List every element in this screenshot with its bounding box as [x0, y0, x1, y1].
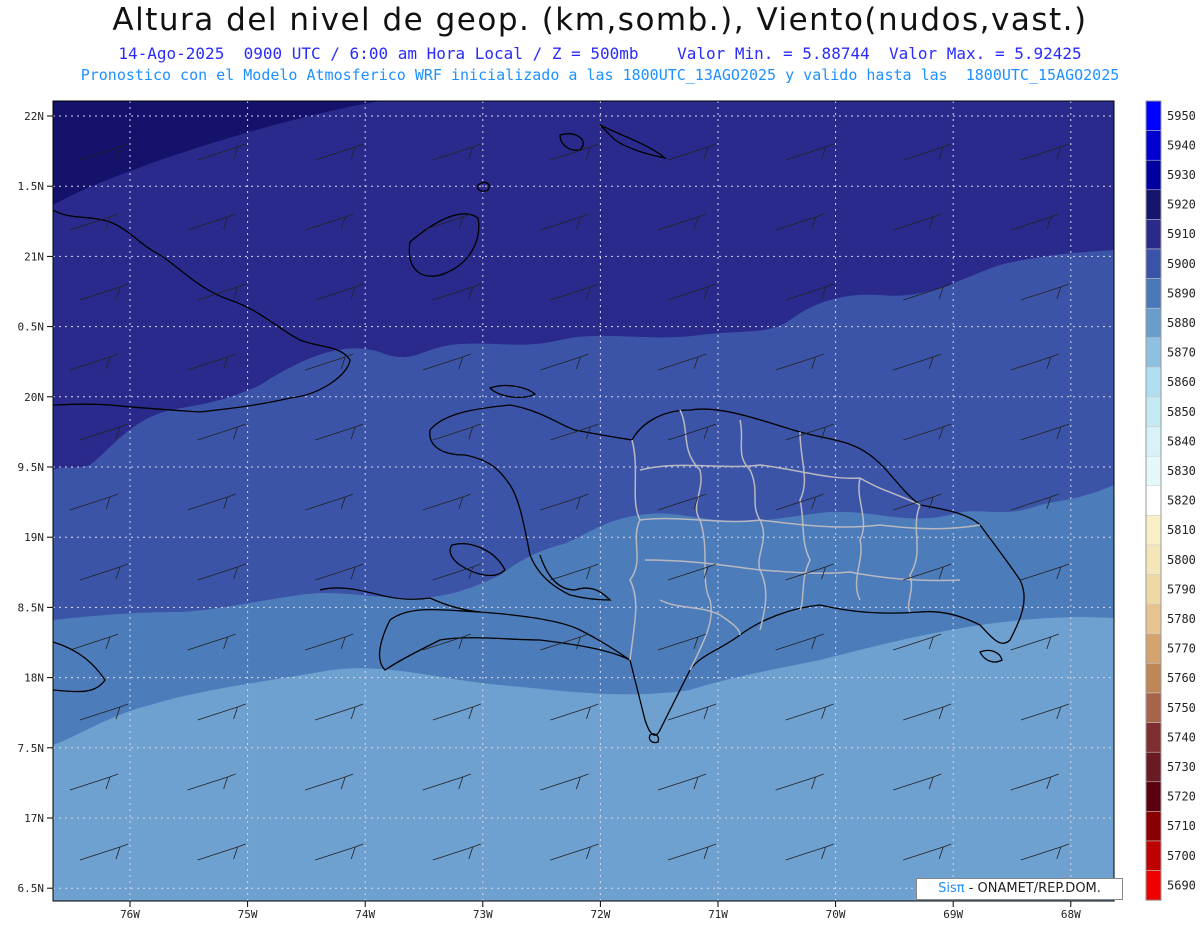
- colorbar-label: 5690: [1167, 878, 1196, 892]
- colorbar-swatch: [1145, 751, 1162, 783]
- sispi-logo: Sisπ: [938, 881, 965, 896]
- colorbar-label: 5710: [1167, 819, 1196, 833]
- wind-barb: [540, 914, 588, 927]
- colorbar-swatch: [1145, 219, 1162, 250]
- colorbar-label: 5880: [1167, 316, 1196, 330]
- colorbar-swatch: [1145, 100, 1162, 131]
- colorbar-label: 5760: [1167, 671, 1196, 685]
- colorbar-label: 5940: [1167, 138, 1196, 152]
- lon-label: 68W: [1061, 908, 1081, 921]
- lat-label: 17N: [24, 812, 44, 825]
- lat-label: 21N: [24, 250, 44, 263]
- colorbar-swatch: [1145, 515, 1162, 546]
- wind-barb: [423, 914, 471, 927]
- colorbar-label: 5740: [1167, 730, 1196, 744]
- colorbar-swatch: [1145, 337, 1162, 368]
- credit-text: - ONAMET/REP.DOM.: [968, 881, 1101, 896]
- lon-label: 73W: [473, 908, 493, 921]
- colorbar-label: 5920: [1167, 198, 1196, 212]
- lat-label: 20N: [24, 391, 44, 404]
- colorbar-swatch: [1145, 189, 1162, 220]
- wind-barb: [305, 914, 353, 927]
- geopotential-field: [53, 101, 1114, 901]
- colorbar-swatch: [1145, 692, 1162, 723]
- colorbar-swatch: [1145, 870, 1162, 901]
- colorbar-swatch: [1145, 544, 1162, 575]
- colorbar-label: 5890: [1167, 286, 1196, 300]
- lat-label: 7.5N: [18, 742, 45, 755]
- wind-barb: [1011, 914, 1059, 927]
- latitude-labels: 22N 1.5N 21N 0.5N 20N 9.5N 19N 8.5N 18N 7.5N 17N 6.…: [18, 110, 53, 895]
- colorbar-label: 5800: [1167, 553, 1196, 567]
- map-canvas: 22N 1.5N 21N 0.5N 20N 9.5N 19N 8.5N 18N 7.5N 17N 6.…: [18, 100, 1196, 927]
- longitude-labels: 76W 75W 74W 73W 72W 71W 70W 69W 68W: [120, 901, 1081, 921]
- colorbar-label: 5730: [1167, 760, 1196, 774]
- colorbar-swatch: [1145, 603, 1162, 635]
- credit-box: Sisπ - ONAMET/REP.DOM.: [916, 878, 1123, 900]
- colorbar-label: 5840: [1167, 434, 1196, 448]
- colorbar-swatch: [1145, 633, 1162, 664]
- colorbar-swatch: [1145, 811, 1162, 842]
- colorbar-swatch: [1145, 248, 1162, 279]
- colorbar-label: 5720: [1167, 790, 1196, 804]
- wind-barb: [658, 914, 706, 927]
- wind-barb: [188, 914, 236, 927]
- wind-barb: [893, 914, 941, 927]
- colorbar-label: 5950: [1167, 109, 1196, 123]
- colorbar-swatch: [1145, 130, 1162, 161]
- lon-label: 75W: [238, 908, 258, 921]
- lat-label: 1.5N: [18, 180, 45, 193]
- colorbar: 5950 5940 5930 5920 5910 5900 5890 5880 5870 5860…: [1145, 100, 1196, 901]
- lon-label: 72W: [590, 908, 610, 921]
- lon-label: 69W: [943, 908, 963, 921]
- lat-label: 22N: [24, 110, 44, 123]
- colorbar-label: 5870: [1167, 346, 1196, 360]
- colorbar-swatch: [1145, 840, 1162, 871]
- colorbar-label: 5830: [1167, 464, 1196, 478]
- colorbar-label: 5900: [1167, 257, 1196, 271]
- colorbar-swatch: [1145, 159, 1162, 191]
- lon-label: 71W: [708, 908, 728, 921]
- colorbar-label: 5850: [1167, 405, 1196, 419]
- colorbar-swatch: [1145, 307, 1162, 339]
- colorbar-label: 5930: [1167, 168, 1196, 182]
- colorbar-swatch: [1145, 396, 1162, 427]
- lon-label: 74W: [355, 908, 375, 921]
- colorbar-swatch: [1145, 574, 1162, 605]
- lon-label: 70W: [826, 908, 846, 921]
- lat-label: 6.5N: [18, 882, 45, 895]
- wind-barb: [776, 914, 824, 927]
- wind-barb: [1128, 914, 1176, 927]
- colorbar-label: 5820: [1167, 494, 1196, 508]
- colorbar-swatch: [1145, 485, 1162, 516]
- colorbar-swatch: [1145, 455, 1162, 487]
- colorbar-label: 5770: [1167, 642, 1196, 656]
- colorbar-label: 5910: [1167, 227, 1196, 241]
- colorbar-label: 5750: [1167, 701, 1196, 715]
- colorbar-label: 5790: [1167, 582, 1196, 596]
- colorbar-label: 5860: [1167, 375, 1196, 389]
- wind-barb: [70, 914, 118, 927]
- lat-label: 9.5N: [18, 461, 45, 474]
- colorbar-swatch: [1145, 722, 1162, 753]
- lon-label: 76W: [120, 908, 140, 921]
- lat-label: 0.5N: [18, 321, 45, 334]
- colorbar-swatch: [1145, 367, 1162, 398]
- lat-label: 8.5N: [18, 601, 45, 614]
- colorbar-label: 5780: [1167, 612, 1196, 626]
- colorbar-label: 5810: [1167, 523, 1196, 537]
- colorbar-swatch: [1145, 781, 1162, 812]
- colorbar-swatch: [1145, 663, 1162, 694]
- colorbar-label: 5700: [1167, 849, 1196, 863]
- colorbar-swatch: [1145, 278, 1162, 309]
- colorbar-swatch: [1145, 426, 1162, 457]
- lat-label: 19N: [24, 531, 44, 544]
- lat-label: 18N: [24, 672, 44, 685]
